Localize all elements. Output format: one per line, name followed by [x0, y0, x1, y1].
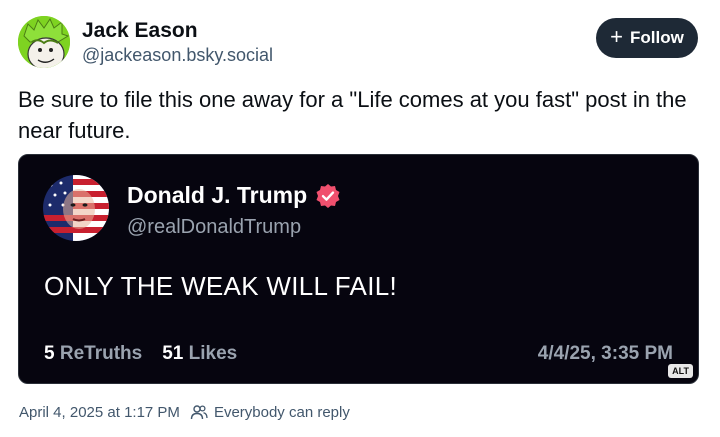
embedded-author-name: Donald J. Trump	[127, 182, 341, 209]
post-timestamp[interactable]: April 4, 2025 at 1:17 PM	[19, 404, 180, 421]
author-row: Jack Eason @jackeason.bsky.social + Foll…	[18, 16, 698, 72]
embedded-date: 4/4/25, 3:35 PM	[537, 343, 673, 364]
cartoon-avatar-icon	[18, 16, 70, 68]
embedded-author-handle: @realDonaldTrump	[127, 216, 302, 238]
avatar[interactable]	[18, 16, 70, 68]
follow-button-label: Follow	[630, 28, 684, 47]
alt-text-badge[interactable]: ALT	[668, 364, 693, 378]
post-footer: April 4, 2025 at 1:17 PM Everybody can r…	[19, 403, 350, 421]
likes-stat: 51 Likes	[162, 343, 237, 365]
reply-setting: Everybody can reply	[213, 403, 350, 421]
embedded-post-body: ONLY THE WEAK WILL FAIL!	[44, 271, 398, 301]
likes-label: Likes	[188, 343, 238, 364]
people-icon	[190, 405, 208, 420]
plus-icon: +	[610, 24, 624, 49]
post-text: Be sure to file this one away for a "Lif…	[18, 87, 687, 143]
embedded-stats: 5 ReTruths 51 Likes	[44, 343, 237, 365]
retruths-label: ReTruths	[59, 343, 143, 364]
embedded-image[interactable]: Donald J. Trump @realDonaldTrump ONLY TH…	[18, 154, 699, 384]
author-name[interactable]: Jack Eason	[82, 19, 198, 43]
retruths-stat: 5 ReTruths	[44, 343, 142, 365]
embedded-avatar	[43, 175, 109, 241]
post-card: Jack Eason @jackeason.bsky.social + Foll…	[0, 0, 720, 437]
likes-count: 51	[162, 343, 184, 364]
follow-button[interactable]: + Follow	[596, 18, 698, 58]
retruths-count: 5	[44, 343, 55, 364]
verified-badge-icon	[316, 183, 340, 208]
author-handle[interactable]: @jackeason.bsky.social	[82, 45, 273, 66]
embedded-author-name-text: Donald J. Trump	[127, 182, 308, 208]
flag-portrait-icon	[43, 175, 109, 241]
